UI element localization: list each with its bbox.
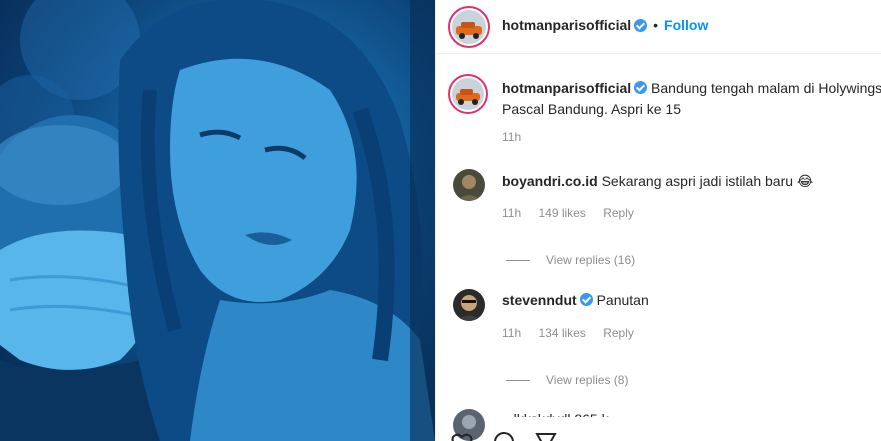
caption-username[interactable]: hotmanparisofficial xyxy=(502,80,631,96)
comment-text: Panutan xyxy=(596,292,649,308)
header-avatar[interactable] xyxy=(448,6,490,48)
reply-button[interactable]: Reply xyxy=(603,206,634,220)
comment-time[interactable]: 11h xyxy=(502,326,521,340)
post-details-panel: hotmanparisofficial • Follow hotmanparis… xyxy=(435,0,881,441)
share-icon[interactable] xyxy=(534,430,558,441)
view-replies-button[interactable]: View replies (16) xyxy=(506,253,635,267)
post-header: hotmanparisofficial • Follow xyxy=(436,0,881,54)
post-photo[interactable] xyxy=(0,0,435,441)
view-replies-label: View replies (8) xyxy=(546,373,629,387)
view-replies-label: View replies (16) xyxy=(546,253,636,267)
caption-avatar[interactable] xyxy=(448,74,488,114)
follow-button[interactable]: Follow xyxy=(664,17,708,33)
post-photo-illustration xyxy=(0,0,435,441)
caption-time[interactable]: 11h xyxy=(502,130,521,144)
comment-likes[interactable]: 134 likes xyxy=(538,326,585,340)
partial-comment-text: ...lkkskdvdl 865 k... xyxy=(502,409,620,417)
avatar-image xyxy=(452,78,484,110)
comment-time[interactable]: 11h xyxy=(502,206,521,220)
heart-icon[interactable] xyxy=(450,430,474,441)
separator-dot: • xyxy=(653,17,659,33)
avatar-image xyxy=(452,10,486,44)
comment-username[interactable]: boyandri.co.id xyxy=(502,173,598,189)
comment-likes[interactable]: 149 likes xyxy=(538,206,585,220)
header-username[interactable]: hotmanparisofficial xyxy=(502,17,631,33)
action-bar xyxy=(450,430,558,441)
reply-button[interactable]: Reply xyxy=(603,326,634,340)
comment-avatar[interactable] xyxy=(453,289,485,321)
caption-text-line1: Bandung tengah malam di Holywings H xyxy=(651,80,881,96)
verified-badge-icon xyxy=(579,293,593,306)
verified-badge-icon xyxy=(634,81,648,94)
caption-text-line2: Pascal Bandung. Aspri ke 15 xyxy=(502,101,682,117)
comment-icon[interactable] xyxy=(492,430,516,441)
view-replies-button[interactable]: View replies (8) xyxy=(506,373,628,387)
comment-avatar[interactable] xyxy=(453,169,485,201)
comment-username[interactable]: stevenndut xyxy=(502,292,577,308)
divider-line xyxy=(506,259,530,261)
comment-text: Sekarang aspri jadi istilah baru 😂 xyxy=(601,173,814,189)
divider-line xyxy=(506,379,530,381)
verified-badge-icon xyxy=(634,18,648,32)
